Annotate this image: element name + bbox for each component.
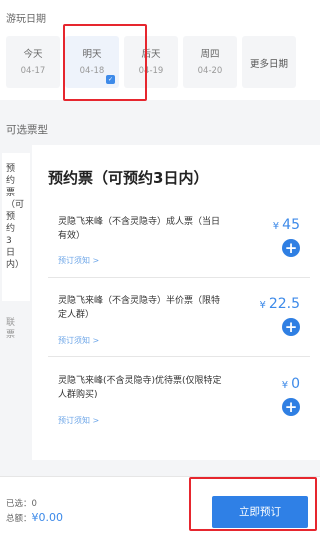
currency-symbol: ¥ xyxy=(259,300,266,311)
date-section: 游玩日期 今天 04-17 明天 04-18 ✓ 后天 04-19 周四 04-… xyxy=(0,0,320,100)
ticket-price: ¥0 xyxy=(282,376,300,392)
price-value: 22.5 xyxy=(268,296,300,312)
booking-notice-link[interactable]: 预订须知 > xyxy=(58,335,99,346)
ticket-group-title: 预约票（可预约3日内） xyxy=(48,169,209,187)
ticket-category-nav: 预约票（可预约3日内） 联票 xyxy=(0,145,32,495)
ticket-item-half: 灵隐飞来峰（不含灵隐寺）半价票（限特定人群） ¥22.5 预订须知 > + xyxy=(48,294,310,354)
currency-symbol: ¥ xyxy=(281,380,289,391)
ticket-name: 灵隐飞来峰（不含灵隐寺）半价票（限特定人群） xyxy=(58,296,221,320)
price-value: 0 xyxy=(291,376,300,392)
date-card-date: 04-19 xyxy=(138,66,164,76)
selected-count: 已选：0 xyxy=(6,497,37,509)
date-card-day: 周四 xyxy=(200,49,220,60)
date-card-date: 04-17 xyxy=(20,66,46,76)
date-card-today[interactable]: 今天 04-17 xyxy=(6,36,60,88)
date-card-day: 明天 xyxy=(82,49,102,60)
ticket-type-panel: 预约票（可预约3日内） 联票 预约票（可预约3日内） 灵隐飞来峰（不含灵隐寺）成… xyxy=(0,145,320,497)
date-card-day: 今天 xyxy=(23,49,43,60)
ticket-item-adult: 灵隐飞来峰（不含灵隐寺）成人票（当日有效） ¥45 预订须知 > + xyxy=(48,215,310,275)
date-card-list: 今天 04-17 明天 04-18 ✓ 后天 04-19 周四 04-20 更多… xyxy=(6,36,296,88)
ticket-price: ¥22.5 xyxy=(259,296,300,312)
add-ticket-button[interactable]: + xyxy=(282,239,300,257)
ticket-price: ¥45 xyxy=(273,217,300,233)
nav-item-combo-label[interactable]: 联票 xyxy=(6,317,20,341)
more-dates-button[interactable]: 更多日期 xyxy=(242,36,296,88)
date-section-title: 游玩日期 xyxy=(6,14,46,25)
book-now-button[interactable]: 立即预订 xyxy=(212,496,308,528)
booking-notice-link[interactable]: 预订须知 > xyxy=(58,255,99,266)
date-card-day: 后天 xyxy=(141,49,161,60)
nav-item-reservation-label: 预约票（可预约3日内） xyxy=(6,164,25,270)
selected-label: 已选： xyxy=(6,499,32,509)
price-value: 45 xyxy=(282,217,300,233)
ticket-name: 灵隐飞来峰（不含灵隐寺）成人票（当日有效） xyxy=(58,217,221,241)
date-card-thursday[interactable]: 周四 04-20 xyxy=(183,36,237,88)
currency-symbol: ¥ xyxy=(272,221,280,232)
total-label: 总额： xyxy=(6,514,32,524)
date-card-date: 04-20 xyxy=(197,66,223,76)
ticket-item-preferential: 灵隐飞来峰(不含灵隐寺)优待票(仅限特定人群购买) ¥0 预订须知 > + xyxy=(48,374,310,434)
ticket-type-title: 可选票型 xyxy=(6,124,48,136)
total-price: 总额：¥0.00 xyxy=(6,511,63,524)
date-card-tomorrow[interactable]: 明天 04-18 ✓ xyxy=(65,36,119,88)
ticket-name: 灵隐飞来峰(不含灵隐寺)优待票(仅限特定人群购买) xyxy=(58,376,222,400)
add-ticket-button[interactable]: + xyxy=(282,318,300,336)
booking-notice-link[interactable]: 预订须知 > xyxy=(58,415,99,426)
total-value: ¥0.00 xyxy=(31,511,64,524)
bottom-bar: 已选：0 总额：¥0.00 立即预订 xyxy=(0,476,320,533)
selected-value: 0 xyxy=(31,499,37,509)
date-card-day-after[interactable]: 后天 04-19 xyxy=(124,36,178,88)
add-ticket-button[interactable]: + xyxy=(282,398,300,416)
divider xyxy=(48,277,310,278)
check-icon: ✓ xyxy=(106,75,115,84)
divider xyxy=(48,356,310,357)
more-dates-label: 更多日期 xyxy=(249,59,288,70)
